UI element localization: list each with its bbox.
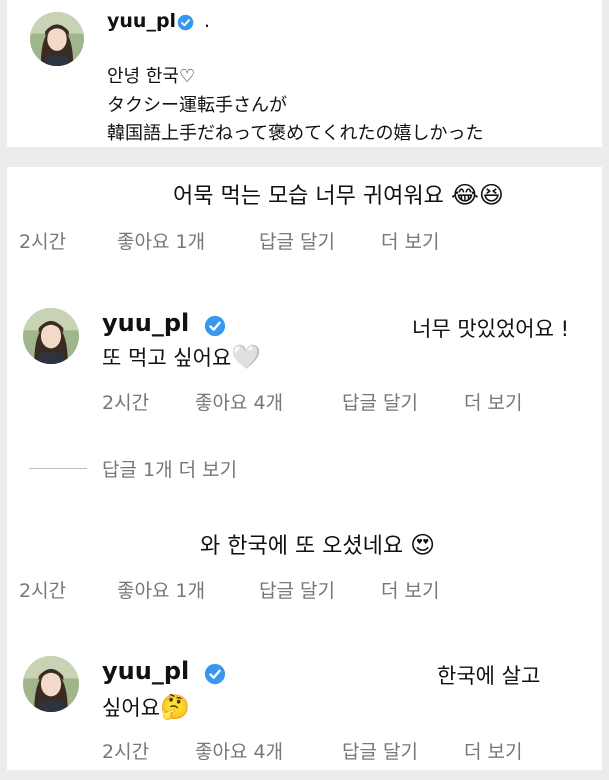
comment-body: 와 한국에 또 오셨네요	[200, 534, 404, 559]
reply-button[interactable]: 답글 달기	[259, 227, 335, 254]
more-button[interactable]: 더 보기	[381, 576, 439, 603]
username[interactable]: yuu_pl	[102, 309, 189, 337]
caption-line-2: タクシー運転手さんが	[107, 95, 287, 116]
verified-badge-icon	[204, 663, 226, 685]
caption-line-3: 韓国語上手だねって褒めてくれたの嬉しかった	[107, 123, 484, 144]
comment-time: 2시간	[19, 580, 67, 602]
reply-body: 또 먹고 싶어요	[102, 346, 232, 370]
comments-list: 어묵 먹는 모습 너무 귀여워요 😂😆 2시간 좋아요 1개 답글 달기 더 보…	[7, 167, 602, 770]
like-count[interactable]: 좋아요 1개	[117, 576, 205, 603]
comment-body: 어묵 먹는 모습 너무 귀여워요	[173, 184, 444, 209]
reply-button[interactable]: 답글 달기	[342, 737, 418, 764]
reply-text-line-2: 또 먹고 싶어요🤍	[102, 342, 261, 372]
caption-line-1: 안녕 한국♡	[107, 66, 196, 87]
like-count[interactable]: 좋아요 1개	[117, 227, 205, 254]
avatar[interactable]	[23, 656, 79, 712]
username-suffix: .	[204, 10, 211, 32]
heart-eyes-emoji-icon: 😍	[410, 531, 436, 559]
reply-thread-line	[29, 468, 87, 469]
comment-time: 2시간	[102, 741, 150, 763]
reply-button[interactable]: 답글 달기	[342, 388, 418, 415]
comment-text: 어묵 먹는 모습 너무 귀여워요 😂😆	[173, 178, 504, 210]
comment-time: 2시간	[19, 231, 67, 253]
profile-photo-icon	[23, 656, 79, 712]
view-replies-label[interactable]: 답글 1개 더 보기	[102, 455, 237, 482]
white-heart-emoji-icon: 🤍	[231, 343, 262, 371]
like-count[interactable]: 좋아요 4개	[195, 388, 283, 415]
username[interactable]: yuu_pl	[102, 657, 189, 685]
like-count[interactable]: 좋아요 4개	[195, 737, 283, 764]
verified-badge-icon	[204, 315, 226, 337]
verified-badge-icon	[177, 14, 194, 31]
reply-text-line-1: 너무 맛있었어요 !	[412, 317, 570, 341]
laughing-emoji-icon: 😂😆	[450, 181, 504, 209]
more-button[interactable]: 더 보기	[381, 227, 439, 254]
username[interactable]: yuu_pl	[107, 10, 176, 32]
comment-time: 2시간	[102, 392, 150, 414]
profile-photo-icon	[23, 308, 79, 364]
avatar[interactable]	[23, 308, 79, 364]
avatar[interactable]	[30, 12, 84, 66]
more-button[interactable]: 더 보기	[464, 388, 522, 415]
thinking-emoji-icon: 🤔	[159, 693, 190, 721]
reply-button[interactable]: 답글 달기	[259, 576, 335, 603]
reply-text-line-2: 싶어요🤔	[102, 692, 190, 722]
post-caption: yuu_pl . 안녕 한국♡ タクシー運転手さんが 韓国語上手だねって褒めてく…	[7, 0, 602, 147]
more-button[interactable]: 더 보기	[464, 737, 522, 764]
reply-text-line-1: 한국에 살고	[437, 664, 541, 688]
reply-body: 싶어요	[102, 696, 160, 720]
comment-text: 와 한국에 또 오셨네요 😍	[200, 528, 435, 560]
profile-photo-icon	[30, 12, 84, 66]
